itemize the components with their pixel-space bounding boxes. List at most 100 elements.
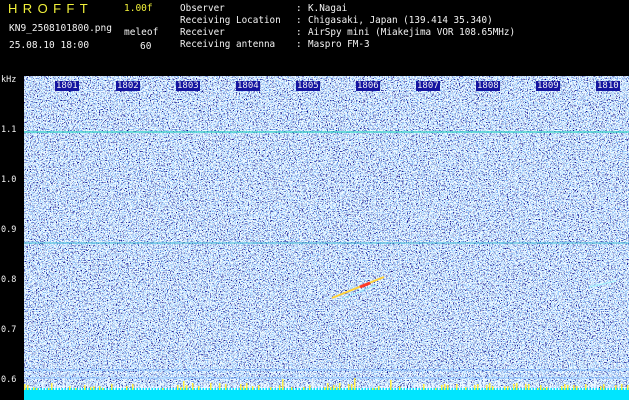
bottom-spike [573, 385, 575, 390]
bottom-spike [183, 381, 185, 390]
bottom-spike [585, 384, 587, 390]
bottom-spike [411, 388, 413, 390]
bottom-spike [93, 386, 95, 390]
bottom-spike [201, 388, 203, 390]
x-tick-label: 1808 [476, 81, 500, 91]
bottom-spike [531, 388, 533, 390]
bottom-spike [168, 386, 170, 390]
bottom-spike [312, 378, 314, 390]
bottom-spike [126, 386, 128, 390]
bottom-spike [246, 383, 248, 390]
y-axis-unit: kHz [1, 75, 17, 85]
bottom-spike [135, 383, 137, 390]
bottom-spike [315, 387, 317, 390]
bottom-spike [360, 388, 362, 390]
bottom-spike [159, 385, 161, 390]
bottom-spike [495, 386, 497, 390]
bottom-spike [222, 384, 224, 390]
bottom-spike [378, 386, 380, 390]
x-tick-label: 1810 [596, 81, 620, 91]
bottom-spike [390, 380, 392, 390]
y-tick-label: 0.9 [1, 225, 17, 235]
header-panel: HROFFT 1.00f KN9_2508101800.png meleof 2… [0, 0, 629, 74]
bottom-spike [372, 388, 374, 390]
bottom-spike [342, 384, 344, 390]
bottom-spike [99, 386, 101, 390]
bottom-spike [477, 384, 479, 390]
bottom-spike [513, 384, 515, 390]
bottom-spike [336, 387, 338, 390]
bottom-spike [69, 386, 71, 390]
bottom-spike [384, 386, 386, 390]
bottom-spike [429, 383, 431, 390]
bottom-spike [558, 388, 560, 390]
bottom-spike [228, 383, 230, 390]
info-label-receiver: Receiver [180, 27, 225, 38]
bottom-spike [66, 383, 68, 390]
datetime-label: 25.08.10 18:00 [9, 40, 90, 51]
bottom-spike [498, 381, 500, 390]
bottom-spike [321, 385, 323, 390]
bottom-spike [120, 385, 122, 390]
bottom-spike [30, 387, 32, 390]
interval-label: 60 [140, 41, 152, 52]
bottom-spike [273, 384, 275, 390]
bottom-spike [147, 388, 149, 390]
bottom-spike [594, 378, 596, 390]
bottom-spike [600, 386, 602, 390]
bottom-spike [282, 379, 284, 390]
bottom-spike [357, 382, 359, 390]
bottom-spike [24, 384, 26, 390]
bottom-spike [549, 386, 551, 390]
bottom-spike [474, 385, 476, 390]
bottom-spike [555, 386, 557, 390]
bottom-spike [72, 385, 74, 390]
bottom-spike [366, 388, 368, 390]
bottom-spike [621, 384, 623, 390]
bottom-spike [195, 385, 197, 390]
bottom-spike [48, 388, 50, 390]
bottom-spike [198, 386, 200, 390]
bottom-spike [309, 385, 311, 390]
bottom-spike [522, 383, 524, 390]
bottom-spike [354, 378, 356, 390]
bottom-spike [420, 384, 422, 390]
bottom-spike [303, 387, 305, 390]
bottom-spike [408, 385, 410, 390]
bottom-spike [393, 388, 395, 390]
info-label-observer: Observer [180, 3, 225, 14]
bottom-spike [102, 388, 104, 390]
bottom-spike [231, 388, 233, 390]
info-colon: : [296, 15, 302, 26]
x-tick-label: 1803 [176, 81, 200, 91]
bottom-spike [249, 384, 251, 390]
bottom-spike [369, 383, 371, 390]
bottom-spike [591, 385, 593, 390]
bottom-spike [552, 388, 554, 390]
bottom-spike [258, 385, 260, 390]
bottom-spike [105, 388, 107, 390]
bottom-spike [177, 385, 179, 390]
bottom-spike [90, 387, 92, 390]
bottom-spike [63, 378, 65, 390]
bottom-spike [561, 386, 563, 390]
bottom-spike [624, 387, 626, 390]
info-colon: : [296, 3, 302, 14]
bottom-spike [507, 386, 509, 390]
bottom-spike [402, 385, 404, 390]
bottom-spike [534, 386, 536, 390]
bottom-spike [108, 377, 110, 390]
bottom-spike [156, 386, 158, 390]
info-value-location: Chigasaki, Japan (139.414 35.340) [308, 15, 493, 26]
info-colon: : [296, 27, 302, 38]
bottom-spike [129, 388, 131, 390]
app-title: HROFFT [8, 1, 94, 16]
bottom-spike [441, 385, 443, 390]
bottom-spike [54, 383, 56, 390]
bottom-spike [618, 385, 620, 390]
bottom-spike [438, 384, 440, 390]
bottom-spike [528, 384, 530, 390]
bottom-spike [543, 388, 545, 390]
bottom-spike [351, 384, 353, 390]
y-tick-label: 0.7 [1, 325, 17, 335]
